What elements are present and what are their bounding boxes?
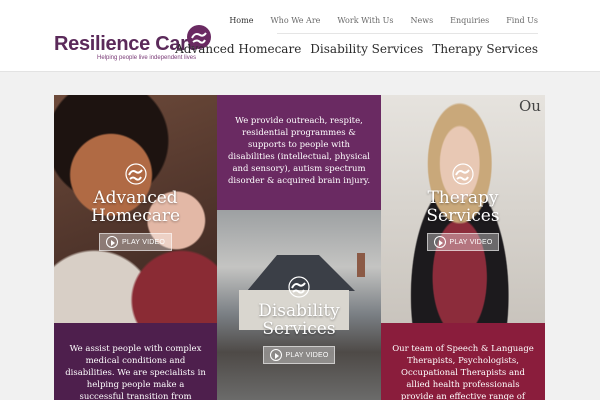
homecare-photo-tile[interactable]: Advanced Homecare PLAY VIDEO (54, 95, 217, 323)
main-nav: Advanced Homecare Disability Services Th… (166, 42, 538, 56)
disability-overlay: Disability Services PLAY VIDEO (217, 276, 381, 365)
disability-play-label: PLAY VIDEO (285, 351, 329, 359)
nav-therapy-services[interactable]: Therapy Services (432, 42, 538, 56)
nav-news[interactable]: News (410, 16, 433, 25)
disability-play-video-button[interactable]: PLAY VIDEO (262, 346, 336, 364)
therapy-description-block: Our team of Speech & Language Therapists… (381, 323, 545, 400)
homecare-title-line1: Advanced (93, 188, 178, 208)
disability-title-line2: Services (262, 319, 336, 339)
intro-block: We provide outreach, respite, residentia… (217, 95, 381, 210)
therapy-overlay: Therapy Services PLAY VIDEO (381, 163, 545, 252)
nav-enquiries[interactable]: Enquiries (450, 16, 489, 25)
nav-work-with-us[interactable]: Work With Us (337, 16, 393, 25)
nav-find-us[interactable]: Find Us (506, 16, 538, 25)
play-icon (269, 349, 282, 361)
nav-who-we-are[interactable]: Who We Are (270, 16, 320, 25)
nav-home[interactable]: Home (229, 16, 253, 25)
therapy-title-line1: Therapy (427, 188, 499, 208)
therapy-play-video-button[interactable]: PLAY VIDEO (426, 233, 500, 251)
utility-nav: Home Who We Are Work With Us News Enquir… (212, 16, 538, 25)
hands-icon (124, 163, 147, 185)
homecare-description-block: We assist people with complex medical co… (54, 323, 217, 400)
hands-icon (452, 163, 474, 185)
disability-title-line1: Disability (258, 301, 340, 321)
background-sign-text: Ou (519, 97, 541, 115)
nav-disability-services[interactable]: Disability Services (310, 42, 423, 56)
services-grid: Advanced Homecare PLAY VIDEO We provide … (54, 95, 545, 400)
nav-divider (277, 33, 538, 34)
house-chimney (357, 253, 365, 277)
site-header: Resilience Care Helping people live inde… (0, 0, 600, 72)
homecare-play-label: PLAY VIDEO (122, 238, 165, 246)
intro-text: We provide outreach, respite, residentia… (227, 116, 371, 186)
play-icon (433, 236, 446, 248)
therapy-title-line2: Services (426, 206, 500, 226)
therapy-photo-tile[interactable]: Ou Therapy Services PLAY VIDEO (381, 95, 545, 323)
homecare-description: We assist people with complex medical co… (65, 344, 206, 400)
homecare-title-line2: Homecare (90, 206, 181, 226)
nav-advanced-homecare[interactable]: Advanced Homecare (175, 42, 301, 56)
therapy-description: Our team of Speech & Language Therapists… (392, 344, 534, 400)
play-icon (106, 236, 118, 248)
homecare-overlay: Advanced Homecare PLAY VIDEO (54, 163, 217, 252)
disability-photo-tile[interactable]: Disability Services PLAY VIDEO (217, 210, 381, 400)
therapy-play-label: PLAY VIDEO (449, 238, 493, 246)
hands-icon (288, 276, 310, 298)
homecare-play-video-button[interactable]: PLAY VIDEO (99, 233, 172, 251)
